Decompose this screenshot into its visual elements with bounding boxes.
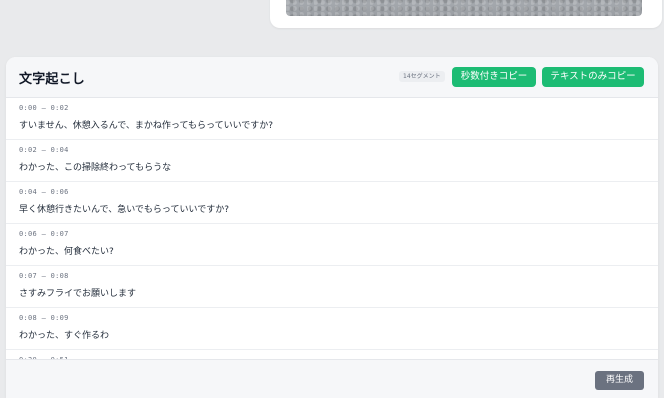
video-thumbnail — [286, 0, 642, 16]
copy-with-timestamps-button[interactable]: 秒数付きコピー — [452, 67, 536, 87]
copy-text-only-button[interactable]: テキストのみコピー — [542, 67, 644, 87]
segment-text: わかった、すぐ作るわ — [19, 331, 110, 341]
segment-count-badge: 14セグメント — [399, 71, 445, 82]
segment-time: 0:06 – 0:07 — [19, 230, 69, 238]
video-preview-card — [270, 0, 662, 28]
segment-item: 0:00 – 0:02 すいません、休憩入るんで、まかね作ってもらっていいですか… — [6, 98, 658, 140]
transcript-header: 文字起こし 14セグメント 秒数付きコピー テキストのみコピー — [6, 57, 658, 98]
segment-text: わかった、何食べたい? — [19, 247, 114, 257]
segment-time: 0:07 – 0:08 — [19, 272, 69, 280]
segment-time: 0:08 – 0:09 — [19, 314, 69, 322]
segment-item: 0:04 – 0:06 早く休憩行きたいんで、急いでもらっていいですか? — [6, 182, 658, 224]
segment-item: 0:08 – 0:09 わかった、すぐ作るわ — [6, 308, 658, 350]
segment-time: 0:00 – 0:02 — [19, 104, 69, 112]
segment-time: 0:04 – 0:06 — [19, 188, 69, 196]
segment-item: 0:02 – 0:04 わかった、この掃除終わってもらうな — [6, 140, 658, 182]
segment-list[interactable]: 0:00 – 0:02 すいません、休憩入るんで、まかね作ってもらっていいですか… — [6, 98, 658, 392]
segment-item: 0:07 – 0:08 さすみフライでお願いします — [6, 266, 658, 308]
segment-text: 早く休憩行きたいんで、急いでもらっていいですか? — [19, 205, 229, 215]
segment-text: わかった、この掃除終わってもらうな — [19, 163, 172, 173]
regenerate-button[interactable]: 再生成 — [595, 371, 644, 390]
segment-text: すいません、休憩入るんで、まかね作ってもらっていいですか? — [19, 121, 274, 131]
transcript-footer: 再生成 — [6, 359, 658, 398]
transcript-title: 文字起こし — [19, 72, 86, 87]
segment-time: 0:02 – 0:04 — [19, 146, 69, 154]
transcript-panel: 文字起こし 14セグメント 秒数付きコピー テキストのみコピー 0:00 – 0… — [6, 57, 658, 398]
segment-text: さすみフライでお願いします — [19, 289, 137, 299]
segment-item: 0:06 – 0:07 わかった、何食べたい? — [6, 224, 658, 266]
